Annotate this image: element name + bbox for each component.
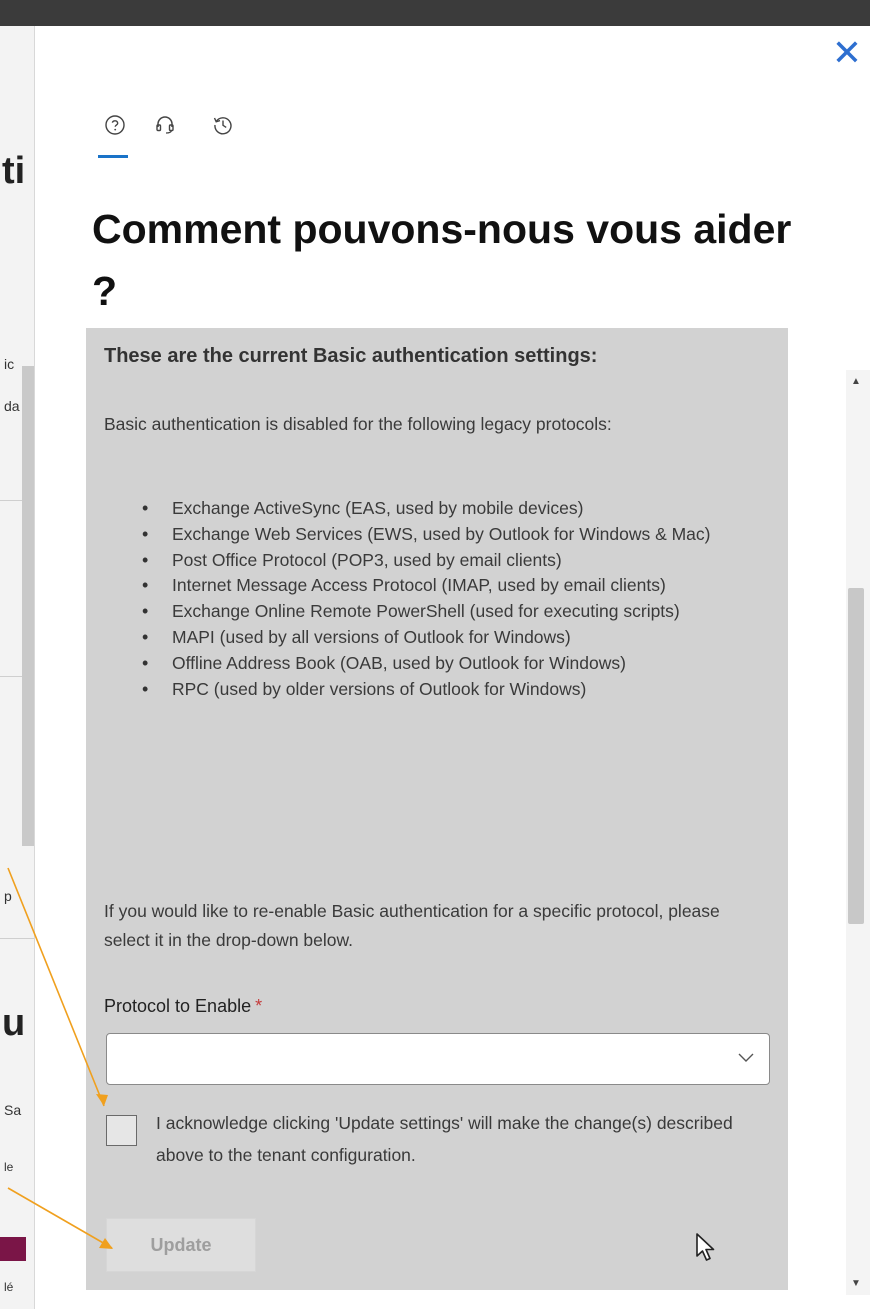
list-item: MAPI (used by all versions of Outlook fo… xyxy=(140,625,760,651)
list-item: Exchange ActiveSync (EAS, used by mobile… xyxy=(140,496,760,522)
background-page: ti ic da p u Sa le lé xyxy=(0,26,35,1309)
protocol-label-text: Protocol to Enable xyxy=(104,996,252,1016)
background-fragment: Sa xyxy=(4,1102,22,1118)
headset-icon[interactable] xyxy=(148,108,182,142)
protocol-list: Exchange ActiveSync (EAS, used by mobile… xyxy=(140,496,760,702)
background-fragment: lé xyxy=(4,1280,14,1294)
acknowledge-label: I acknowledge clicking 'Update settings'… xyxy=(156,1113,733,1165)
background-fragment: le xyxy=(4,1160,14,1174)
protocol-field-label: Protocol to Enable * xyxy=(104,996,262,1017)
required-marker: * xyxy=(255,996,263,1016)
update-button[interactable]: Update xyxy=(106,1218,256,1272)
list-item: Internet Message Access Protocol (IMAP, … xyxy=(140,573,760,599)
history-icon[interactable] xyxy=(206,108,240,142)
window-top-bar xyxy=(0,0,870,26)
scrollbar-thumb[interactable] xyxy=(848,588,864,924)
settings-intro: Basic authentication is disabled for the… xyxy=(104,414,612,434)
acknowledge-checkbox[interactable] xyxy=(106,1115,137,1146)
background-fragment: ic xyxy=(4,356,15,372)
page-title: Comment pouvons-nous vous aider ? xyxy=(92,206,792,314)
close-icon[interactable]: ✕ xyxy=(830,35,864,71)
reenable-instructions: If you would like to re-enable Basic aut… xyxy=(104,901,720,950)
background-fragment: ti xyxy=(2,150,26,192)
scroll-up-arrow-icon[interactable]: ▲ xyxy=(851,376,861,387)
background-divider xyxy=(0,938,34,939)
protocol-dropdown[interactable] xyxy=(106,1033,770,1085)
background-fragment: u xyxy=(2,1002,26,1044)
mouse-cursor-icon xyxy=(696,1233,715,1261)
list-item: Exchange Online Remote PowerShell (used … xyxy=(140,599,760,625)
settings-title: These are the current Basic authenticati… xyxy=(104,345,598,367)
list-item: Offline Address Book (OAB, used by Outlo… xyxy=(140,651,760,677)
background-fragment: da xyxy=(4,398,20,414)
scroll-down-arrow-icon[interactable]: ▼ xyxy=(851,1278,861,1289)
help-circle-icon[interactable] xyxy=(98,108,132,142)
background-accent-block xyxy=(0,1237,26,1261)
background-fragment: p xyxy=(4,888,12,904)
active-tab-indicator xyxy=(98,155,128,158)
list-item: Exchange Web Services (EWS, used by Outl… xyxy=(140,522,760,548)
list-item: Post Office Protocol (POP3, used by emai… xyxy=(140,548,760,574)
list-item: RPC (used by older versions of Outlook f… xyxy=(140,677,760,703)
chevron-down-icon xyxy=(738,1053,754,1062)
background-shade xyxy=(22,366,34,846)
